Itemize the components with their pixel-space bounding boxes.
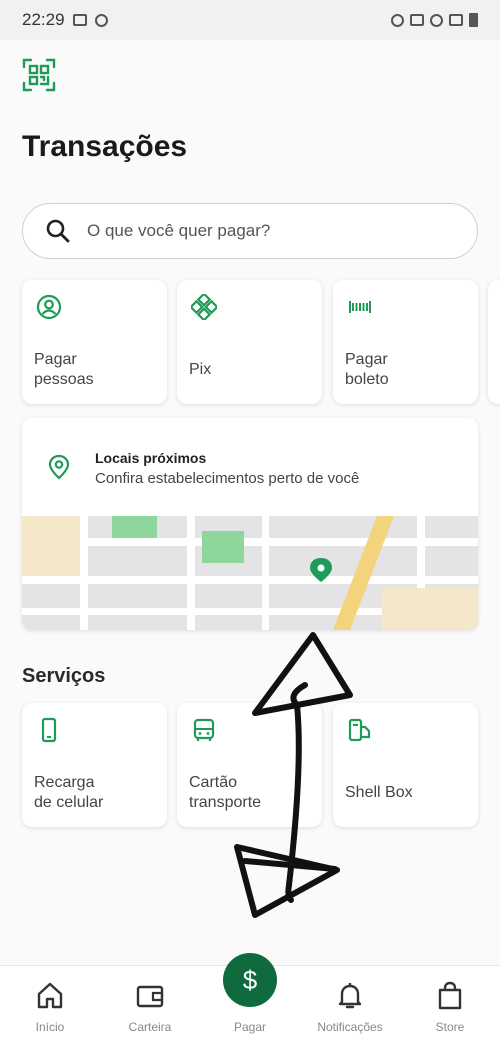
location-pin-icon: [48, 454, 70, 480]
tile-pix[interactable]: Pix: [177, 280, 322, 404]
instagram-icon: [94, 13, 108, 27]
qr-scan-icon[interactable]: [22, 58, 56, 92]
pix-icon: [191, 294, 217, 320]
gallery-icon: [72, 14, 87, 26]
phone-icon: [41, 717, 57, 743]
status-time: 22:29: [22, 10, 65, 29]
search-placeholder: O que você quer pagar?: [87, 221, 271, 240]
tile-label: Recarga de celular: [34, 774, 104, 811]
signal-icon: [449, 14, 463, 26]
mute-icon: [410, 14, 424, 26]
services-title: Serviços: [22, 665, 106, 687]
nav-inicio[interactable]: Início: [10, 966, 90, 1045]
nearby-subtitle: Confira estabelecimentos perto de você: [95, 470, 360, 487]
bell-icon: [338, 983, 362, 1009]
nav-notificacoes[interactable]: Notificações: [310, 966, 390, 1045]
wallet-icon: [136, 985, 164, 1008]
barcode-icon: [349, 301, 371, 313]
map-preview: [22, 516, 478, 630]
tile-label: Pagar pessoas: [34, 351, 94, 388]
home-icon: [37, 982, 63, 1009]
wifi-icon: [430, 13, 443, 27]
tile-pagar-boleto[interactable]: Pagar boleto: [333, 280, 478, 404]
shopping-bag-icon: [438, 981, 462, 1010]
person-icon: [36, 294, 62, 320]
dollar-icon: $: [223, 953, 277, 1007]
hand-drawn-arrow-annotation: [234, 632, 353, 918]
tile-partial[interactable]: [488, 280, 500, 404]
battery-icon: [469, 13, 478, 27]
nav-carteira[interactable]: Carteira: [110, 966, 190, 1045]
nav-pagar[interactable]: $ Pagar: [210, 953, 290, 1045]
status-bar: 22:29: [0, 0, 500, 40]
nearby-title: Locais próximos: [95, 450, 207, 466]
tile-label: Pix: [189, 361, 212, 378]
nav-store[interactable]: Store: [410, 966, 490, 1045]
bottom-nav: Início Carteira $ Pagar Notificações Sto…: [0, 953, 500, 1045]
tile-label: Pagar boleto: [345, 351, 389, 388]
search-icon: [46, 219, 70, 243]
tile-pagar-pessoas[interactable]: Pagar pessoas: [22, 280, 167, 404]
bus-icon: [193, 718, 215, 741]
service-recarga-celular[interactable]: Recarga de celular: [22, 703, 167, 827]
page-title: Transações: [22, 130, 188, 163]
search-input[interactable]: O que você quer pagar?: [22, 203, 478, 259]
alarm-icon: [391, 13, 404, 27]
nearby-places-card[interactable]: Locais próximos Confira estabelecimentos…: [22, 418, 478, 630]
